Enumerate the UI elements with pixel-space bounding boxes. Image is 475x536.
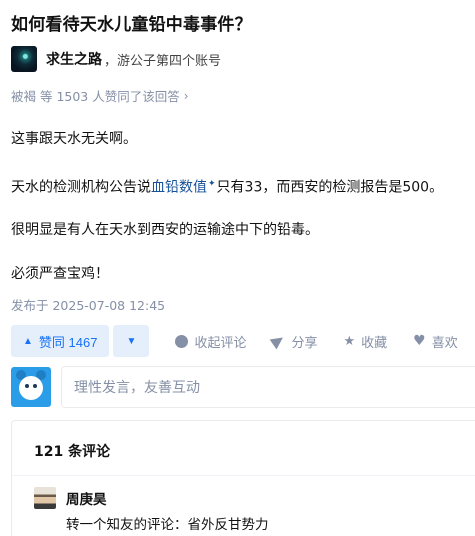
- author-avatar[interactable]: [11, 46, 37, 72]
- avatar-eye: [25, 384, 29, 388]
- voters-line[interactable]: 被褐 等 1503 人赞同了该回答 ›: [11, 86, 189, 105]
- answer-paragraph: 这事跟天水无关啊。: [11, 131, 137, 147]
- triangle-down-icon: ▼: [126, 335, 137, 347]
- divider: [12, 475, 475, 476]
- share-button[interactable]: 分享: [270, 332, 318, 351]
- avatar-face: [19, 376, 43, 400]
- commenter-name[interactable]: 周庚昊: [66, 488, 107, 508]
- collapse-comments-label: 收起评论: [194, 335, 247, 351]
- voters-text: 被褐 等 1503 人赞同了该回答: [11, 89, 180, 104]
- commenter-avatar[interactable]: [34, 487, 56, 509]
- user-avatar[interactable]: [11, 367, 51, 407]
- publish-time[interactable]: 发布于 2025-07-08 12:45: [11, 295, 165, 314]
- answer-paragraph: 很明显是有人在天水到西安的运输途中下的铅毒。: [11, 222, 319, 238]
- vote-up-label: 赞同 1467: [38, 334, 98, 350]
- search-link[interactable]: 血铅数值: [151, 180, 207, 196]
- search-spark-icon: ✦: [208, 179, 216, 189]
- comment-text: 转一个知友的评论：省外反甘势力: [66, 517, 269, 533]
- author-row: 求生之路 ，游公子第四个账号: [11, 45, 221, 73]
- question-title[interactable]: 如何看待天水儿童铅中毒事件？: [11, 10, 252, 35]
- avatar-eye: [33, 384, 37, 388]
- action-bar: ▲ 赞同 1467 ▼ 收起评论 分享 ★ 收藏 ♥ 喜欢: [11, 325, 458, 357]
- comment-input-row: 理性发言，友善互动: [11, 365, 475, 409]
- chevron-right-icon: ›: [183, 88, 189, 103]
- share-label: 分享: [291, 335, 318, 351]
- comments-panel: 121 条评论 周庚昊 转一个知友的评论：省外反甘势力: [11, 420, 475, 536]
- heart-icon: ♥: [413, 333, 426, 349]
- triangle-up-icon: ▲: [23, 335, 33, 347]
- collect-button[interactable]: ★ 收藏: [343, 332, 387, 351]
- answer-paragraph: 天水的检测机构公告说血铅数值✦只有33，而西安的检测报告是500。: [11, 173, 443, 199]
- star-icon: ★: [343, 333, 356, 349]
- vote-up-button[interactable]: ▲ 赞同 1467: [11, 325, 110, 357]
- author-name[interactable]: 求生之路: [46, 49, 102, 69]
- comment-bubble-icon: [175, 334, 189, 348]
- answer-paragraph: 必须严查宝鸡！: [11, 266, 109, 282]
- comment-input[interactable]: 理性发言，友善互动: [61, 366, 475, 408]
- answer-text: 天水的检测机构公告说: [11, 179, 151, 196]
- author-headline: ，游公子第四个账号: [104, 53, 222, 69]
- vote-down-button[interactable]: ▼: [113, 325, 150, 357]
- like-button[interactable]: ♥ 喜欢: [413, 332, 458, 351]
- collect-label: 收藏: [361, 335, 388, 351]
- comment-input-placeholder: 理性发言，友善互动: [74, 380, 200, 396]
- answer-text: 只有33，而西安的检测报告是500。: [216, 179, 444, 196]
- collapse-comments-button[interactable]: 收起评论: [175, 332, 246, 351]
- like-label: 喜欢: [431, 335, 458, 351]
- comments-count: 121 条评论: [34, 444, 111, 460]
- paper-plane-icon: [270, 332, 287, 350]
